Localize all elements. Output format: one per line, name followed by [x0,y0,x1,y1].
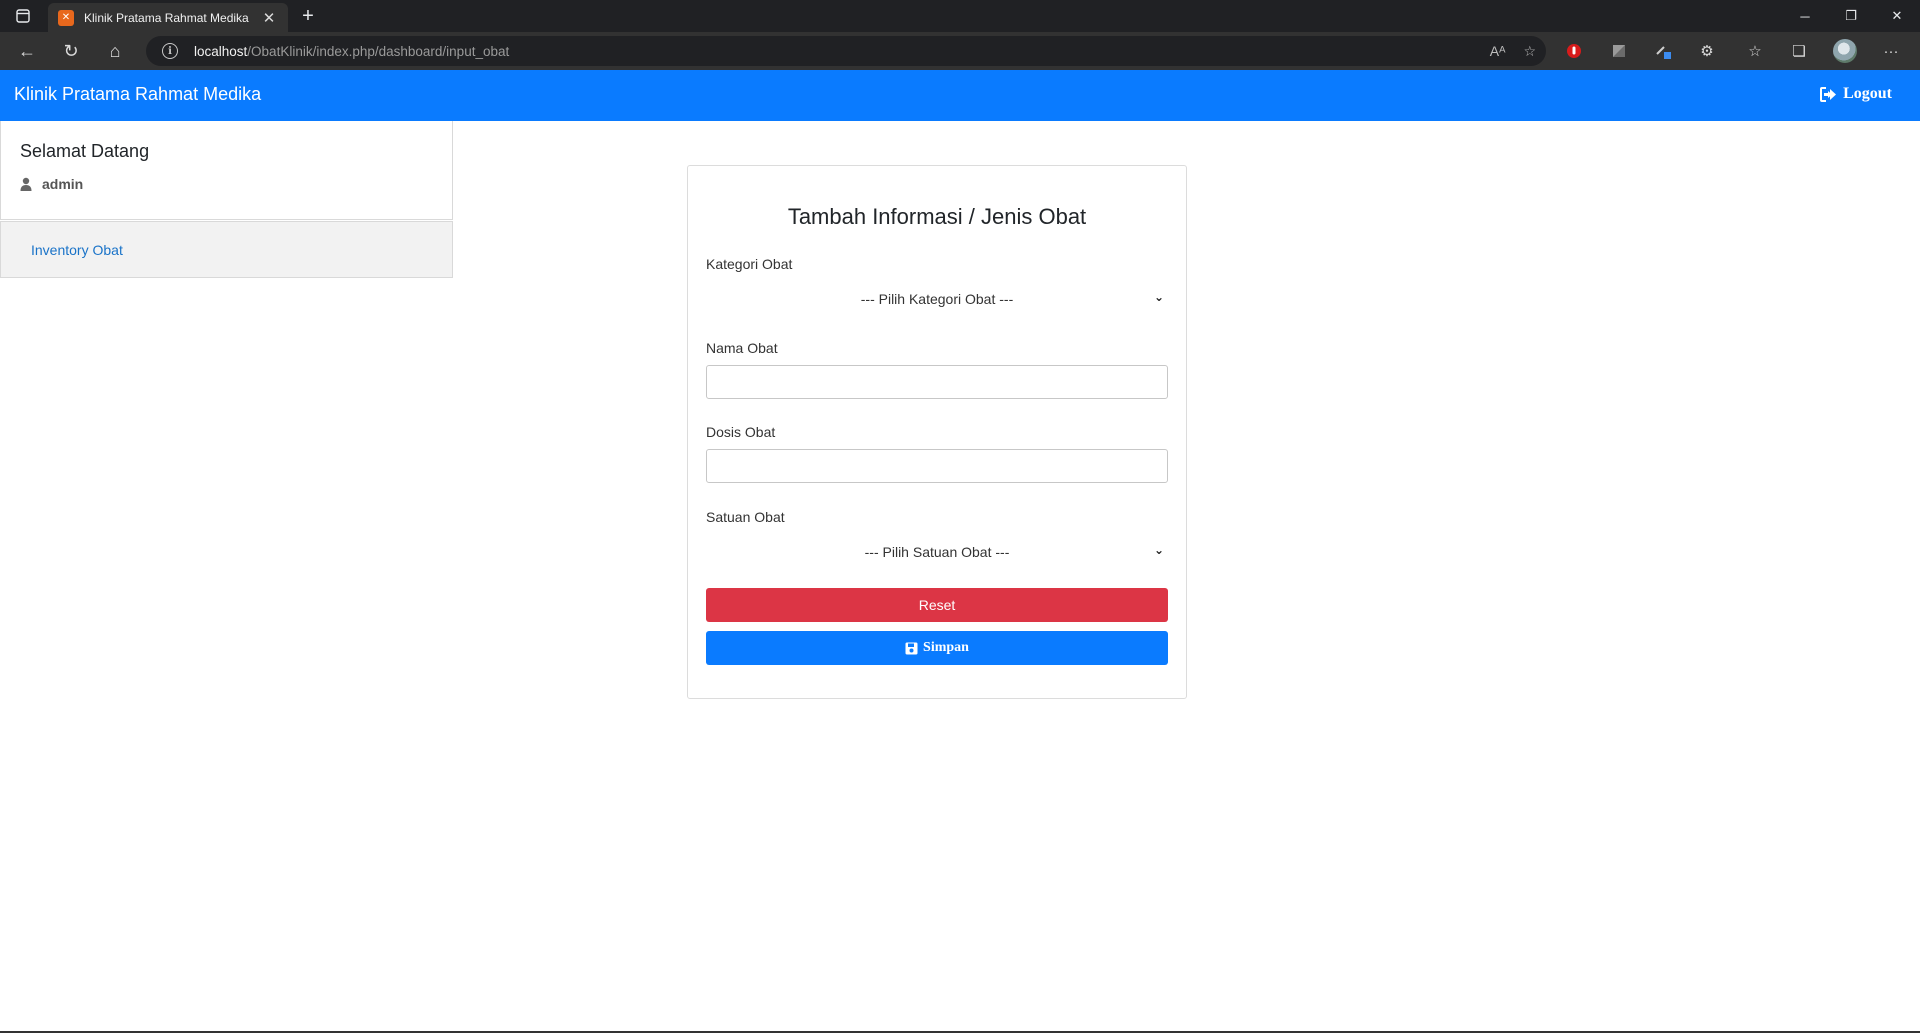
window-close-icon[interactable]: ✕ [1874,0,1920,32]
reset-button[interactable]: Reset [706,588,1168,622]
sidebar-toggle-icon[interactable] [0,0,46,32]
reload-icon[interactable]: ↻ [56,36,86,66]
extensions-puzzle-icon[interactable]: ⚙ [1692,36,1722,66]
logout-button[interactable]: Logout [1820,85,1892,103]
satuan-select[interactable]: --- Pilih Satuan Obat --- ⌄ [706,535,1168,569]
home-icon[interactable]: ⌂ [100,36,130,66]
username: admin [42,176,84,192]
back-icon[interactable]: ← [12,36,42,66]
favorites-icon[interactable]: ☆ [1740,36,1770,66]
read-aloud-icon[interactable]: Aᴬ [1490,43,1506,59]
logout-label: Logout [1843,85,1892,102]
xampp-favicon-icon: ✕ [58,9,74,26]
tab-title: Klinik Pratama Rahmat Medika [84,10,249,25]
sign-out-icon [1820,86,1837,102]
user-icon [20,177,32,191]
user-info: admin [20,176,83,192]
save-button[interactable]: Simpan [706,631,1168,665]
more-icon[interactable]: ··· [1876,36,1906,66]
restore-icon[interactable]: ❐ [1828,0,1874,32]
profile-avatar-icon[interactable] [1830,36,1860,66]
welcome-heading: Selamat Datang [20,141,150,161]
satuan-selected-value: --- Pilih Satuan Obat --- [864,544,1010,560]
sidebar-menu: Inventory Obat [0,221,453,278]
kategori-label: Kategori Obat [706,256,793,272]
chevron-down-icon: ⌄ [1153,290,1164,304]
save-label: Simpan [923,640,969,655]
kategori-selected-value: --- Pilih Kategori Obat --- [860,291,1014,307]
extension-icon[interactable] [1559,36,1589,66]
favorite-add-icon[interactable]: ☆ [1523,43,1536,60]
brand-title[interactable]: Klinik Pratama Rahmat Medika [14,84,261,105]
welcome-card: Selamat Datang admin [0,121,453,220]
app-navbar: Klinik Pratama Rahmat Medika Logout [0,70,1920,121]
url-text: localhost/ObatKlinik/index.php/dashboard… [194,43,510,59]
extension-icon[interactable] [1604,36,1634,66]
collections-icon[interactable]: ❏ [1784,36,1814,66]
chevron-down-icon: ⌄ [1153,543,1164,557]
form-card: Tambah Informasi / Jenis Obat Kategori O… [687,165,1187,699]
minimize-icon[interactable]: ─ [1782,0,1828,32]
new-tab-button[interactable]: + [294,3,322,29]
address-bar[interactable]: i localhost/ObatKlinik/index.php/dashboa… [146,36,1546,66]
close-icon[interactable]: ✕ [260,9,278,27]
save-icon [905,642,918,654]
browser-toolbar: ← ↻ ⌂ i localhost/ObatKlinik/index.php/d… [0,32,1920,70]
nama-label: Nama Obat [706,340,778,356]
form-title: Tambah Informasi / Jenis Obat [787,204,1087,229]
sidebar-item-inventory-obat[interactable]: Inventory Obat [31,242,123,258]
browser-tabbar: ✕ Klinik Pratama Rahmat Medika ✕ + ─ ❐ ✕ [0,0,1920,32]
dosis-obat-input[interactable] [706,449,1168,483]
browser-tab[interactable]: ✕ Klinik Pratama Rahmat Medika ✕ [48,3,288,32]
satuan-label: Satuan Obat [706,509,785,525]
info-icon[interactable]: i [162,43,178,59]
dosis-label: Dosis Obat [706,424,776,440]
kategori-select[interactable]: --- Pilih Kategori Obat --- ⌄ [706,282,1168,316]
nama-obat-input[interactable] [706,365,1168,399]
extension-icon[interactable] [1648,36,1678,66]
